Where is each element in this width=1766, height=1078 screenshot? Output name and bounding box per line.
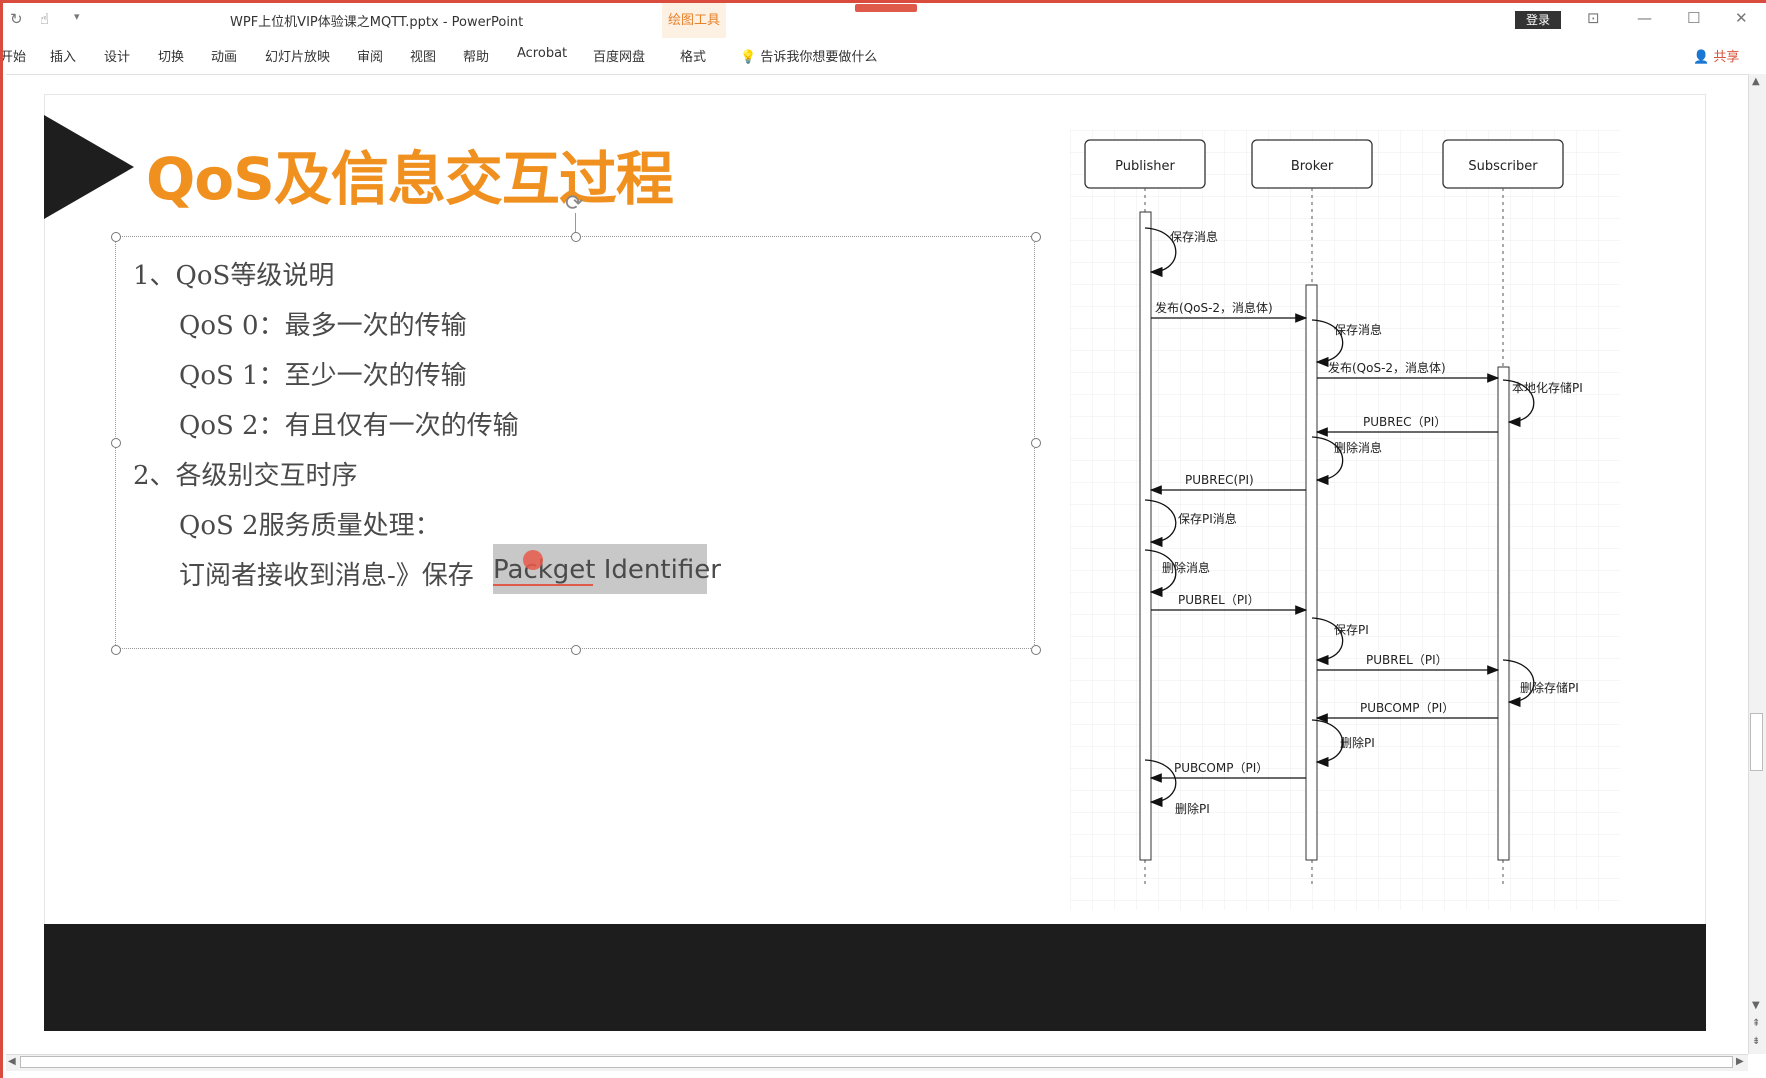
label-pubrel-1: PUBREL（PI） [1178,593,1260,607]
label-save-pi: 保存PI [1334,623,1369,637]
share-label: 共享 [1713,50,1740,65]
label-pubrel-2: PUBREL（PI） [1366,653,1448,667]
play-triangle-icon [44,115,134,219]
tab-baidu-netdisk[interactable]: 百度网盘 [593,46,645,65]
label-delete-message-2: 删除消息 [1162,560,1210,575]
label-delete-pi-1: 删除PI [1340,735,1375,750]
label-save-message-1: 保存消息 [1170,229,1218,244]
label-publish-2: 发布(QoS-2，消息体) [1328,360,1446,375]
label-pubcomp-2: PUBCOMP（PI） [1174,761,1268,775]
tab-help[interactable]: 帮助 [463,46,489,65]
next-slide-icon[interactable]: ⇟ [1752,1036,1760,1047]
bullet-sequence[interactable]: 2、各级别交互时序 [133,455,358,492]
vertical-scrollbar[interactable] [1748,74,1766,1054]
activation-subscriber [1497,366,1510,861]
recording-indicator [855,4,917,12]
resize-handle-l[interactable] [111,438,121,448]
autosave-icon[interactable]: ↻ [10,10,23,28]
laser-pointer [523,550,543,570]
close-icon[interactable]: ✕ [1735,9,1748,27]
bullet-qos-2[interactable]: QoS 2：有且仅有一次的传输 [179,405,519,442]
label-publish-1: 发布(QoS-2，消息体) [1155,300,1273,315]
document-title: WPF上位机VIP体验课之MQTT.pptx - PowerPoint [230,15,524,30]
scroll-left-icon[interactable]: ◀ [8,1056,16,1067]
label-local-store-pi: 本地化存储PI [1512,380,1583,395]
previous-slide-icon[interactable]: ⇞ [1752,1018,1760,1029]
tell-me-search[interactable]: 💡 告诉我你想要做什么 [740,46,877,65]
slide-footer-bar [44,924,1706,1031]
resize-handle-bl[interactable] [111,645,121,655]
customize-qat-icon[interactable]: ▾ [74,10,80,23]
tab-home[interactable]: 开始 [0,46,26,65]
bullet-qos-1[interactable]: QoS 1：至少一次的传输 [179,355,467,392]
ribbon-tabs: 开始 插入 设计 切换 动画 幻灯片放映 审阅 视图 帮助 Acrobat 百度… [0,38,1766,72]
person-icon: 👤 [1693,50,1714,65]
bullet-qos-0[interactable]: QoS 0：最多一次的传输 [179,305,467,342]
resize-handle-t[interactable] [571,232,581,242]
maximize-icon[interactable]: ☐ [1687,9,1700,27]
ribbon-display-options-icon[interactable]: ⊡ [1587,9,1600,27]
tab-insert[interactable]: 插入 [50,46,76,65]
label-delete-pi-2: 删除PI [1175,801,1210,816]
rotate-handle-icon[interactable]: ⟳ [565,191,583,216]
tab-view[interactable]: 视图 [410,46,436,65]
sequence-diagram[interactable]: Publisher Broker Subscriber 保存消息 保存消息 本地… [1070,130,1620,910]
label-delete-message-1: 删除消息 [1334,440,1382,455]
resize-handle-tr[interactable] [1031,232,1041,242]
tab-transitions[interactable]: 切换 [158,46,184,65]
activation-publisher [1139,211,1152,861]
actor-subscriber-label: Subscriber [1468,159,1538,174]
tab-animations[interactable]: 动画 [211,46,237,65]
lightbulb-icon: 💡 [740,50,761,65]
tab-acrobat[interactable]: Acrobat [517,46,567,61]
resize-handle-r[interactable] [1031,438,1041,448]
bullet-qos-levels[interactable]: 1、QoS等级说明 [133,255,334,292]
scroll-down-icon[interactable]: ▼ [1752,1000,1760,1011]
drawing-tools-group: 绘图工具 [662,0,726,38]
tab-slideshow[interactable]: 幻灯片放映 [265,46,330,65]
resize-handle-tl[interactable] [111,232,121,242]
tell-me-label: 告诉我你想要做什么 [760,50,878,65]
title-bar: ↻ ☝ ▾ WPF上位机VIP体验课之MQTT.pptx - PowerPoin… [0,0,1766,38]
touch-mode-icon[interactable]: ☝ [40,10,49,28]
label-save-message-2: 保存消息 [1334,322,1382,337]
label-pubcomp-1: PUBCOMP（PI） [1360,701,1454,715]
bullet-qos2-handling[interactable]: QoS 2服务质量处理： [179,505,441,542]
share-button[interactable]: 👤 共享 [1693,46,1739,65]
label-save-pi-message: 保存PI消息 [1178,511,1237,526]
resize-handle-b[interactable] [571,645,581,655]
tab-design[interactable]: 设计 [104,46,130,65]
bullet-subscriber-receive[interactable]: 订阅者接收到消息-》保存 [179,555,474,592]
activation-broker [1305,284,1318,861]
tab-review[interactable]: 审阅 [357,46,383,65]
ink-underline [493,584,593,586]
horizontal-scroll-thumb[interactable] [20,1056,1733,1068]
scroll-right-icon[interactable]: ▶ [1736,1056,1744,1067]
label-delete-stored-pi: 删除存储PI [1520,680,1579,695]
actor-publisher-label: Publisher [1115,159,1175,174]
label-pubrec-1: PUBREC（PI） [1363,415,1446,429]
resize-handle-br[interactable] [1031,645,1041,655]
actor-broker-label: Broker [1291,159,1334,174]
label-pubrec-2: PUBREC(PI) [1185,473,1254,487]
vertical-scroll-thumb[interactable] [1750,713,1763,771]
login-button[interactable]: 登录 [1515,11,1561,29]
slide-title[interactable]: QoS及信息交互过程 [146,132,674,216]
scroll-up-icon[interactable]: ▲ [1752,76,1760,87]
minimize-icon[interactable]: — [1637,9,1652,27]
diagram-grid [1070,130,1620,910]
tab-format[interactable]: 格式 [680,46,706,65]
